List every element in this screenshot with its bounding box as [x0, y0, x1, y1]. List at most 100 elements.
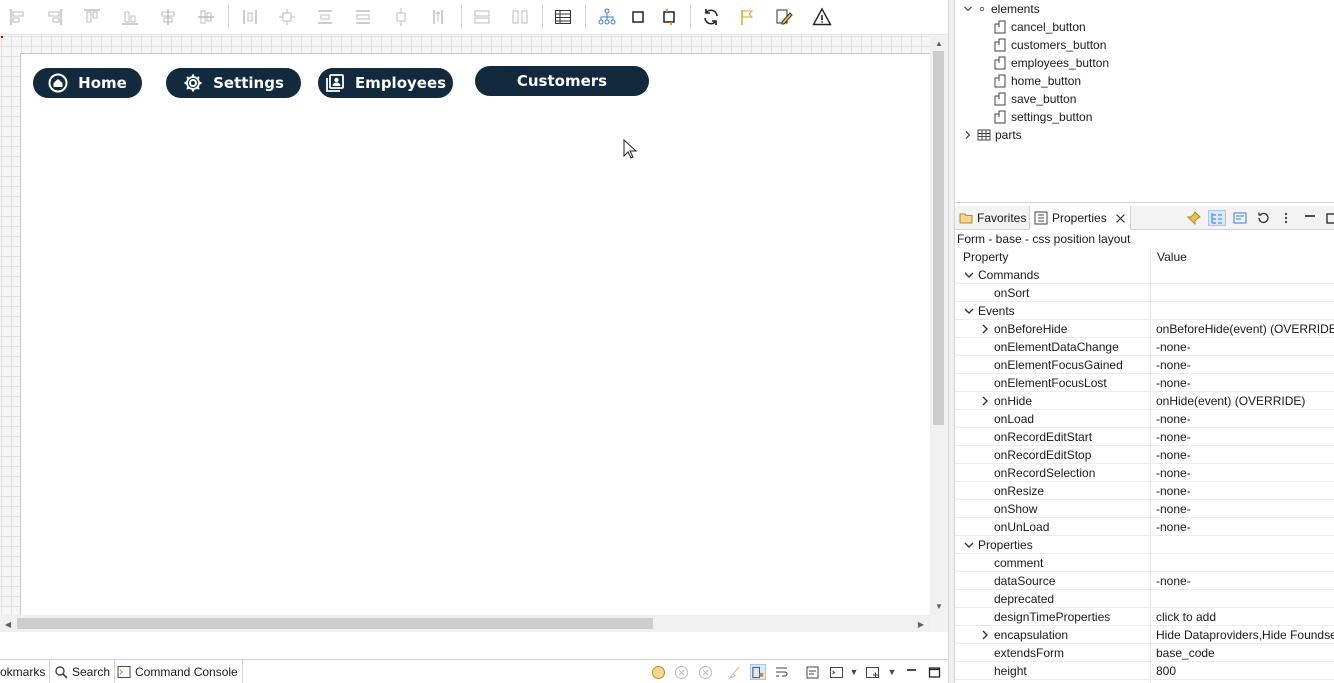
tree-item-customers-button[interactable]: customers_button: [993, 36, 1106, 54]
flag-icon[interactable]: [735, 5, 759, 29]
home-button[interactable]: Home: [33, 68, 142, 98]
property-value[interactable]: 800: [1156, 662, 1176, 680]
chevron-down-icon[interactable]: ▼: [846, 664, 862, 680]
hierarchy-icon[interactable]: [595, 5, 619, 29]
tree-item-home-button[interactable]: home_button: [993, 72, 1081, 90]
pin-console-icon[interactable]: [804, 664, 820, 680]
property-value[interactable]: click to add: [1156, 608, 1216, 626]
property-row[interactable]: onShow -none-: [955, 500, 1334, 518]
property-value[interactable]: -none-: [1156, 356, 1191, 374]
align-top-icon[interactable]: [80, 5, 104, 29]
minimize-icon[interactable]: [1301, 210, 1319, 226]
property-value[interactable]: onBeforeHide(event) (OVERRIDE): [1156, 320, 1334, 338]
warning-icon[interactable]: [810, 5, 834, 29]
property-value[interactable]: -none-: [1156, 410, 1191, 428]
tree-item-settings-button[interactable]: settings_button: [993, 108, 1092, 126]
categories-icon[interactable]: [1208, 210, 1226, 226]
property-category[interactable]: Properties: [955, 536, 1334, 554]
horizontal-scrollbar[interactable]: ◀ ▶: [0, 615, 930, 632]
column-header-property[interactable]: Property: [963, 248, 1008, 266]
tab-bookmarks[interactable]: okmarks: [0, 660, 51, 683]
word-wrap-icon[interactable]: [773, 664, 789, 680]
maximize-icon[interactable]: [926, 664, 942, 680]
tree-item-save-button[interactable]: save_button: [993, 90, 1076, 108]
property-value[interactable]: -none-: [1156, 572, 1191, 590]
tree-node-parts[interactable]: parts: [963, 126, 1022, 144]
property-row[interactable]: onRecordEditStop -none-: [955, 446, 1334, 464]
property-value[interactable]: -none-: [1156, 338, 1191, 356]
chevron-down-icon[interactable]: [964, 270, 974, 280]
close-icon[interactable]: [1115, 213, 1126, 224]
scroll-down-icon[interactable]: ▼: [933, 600, 945, 612]
group-icon[interactable]: [470, 5, 494, 29]
distribute-vertical-icon[interactable]: [313, 5, 337, 29]
cancel-circle-icon[interactable]: [673, 664, 689, 680]
tree-node-elements[interactable]: elements: [963, 0, 1040, 18]
align-middle-icon[interactable]: [194, 5, 218, 29]
column-header-value[interactable]: Value: [1157, 248, 1187, 266]
align-right-icon[interactable]: [42, 5, 66, 29]
maximize-icon[interactable]: [1323, 210, 1334, 226]
clear-broom-icon[interactable]: [726, 664, 742, 680]
design-grid[interactable]: Home Settings Employees Customers: [0, 35, 931, 615]
property-row[interactable]: onRecordEditStart -none-: [955, 428, 1334, 446]
scroll-up-icon[interactable]: ▲: [933, 37, 945, 49]
property-row[interactable]: onSort: [955, 284, 1334, 302]
property-row[interactable]: onHide onHide(event) (OVERRIDE): [955, 392, 1334, 410]
property-value[interactable]: -none-: [1156, 500, 1191, 518]
same-height-icon[interactable]: [426, 5, 450, 29]
form-canvas[interactable]: Home Settings Employees Customers: [20, 53, 931, 615]
property-row[interactable]: dataSource -none-: [955, 572, 1334, 590]
property-row[interactable]: onElementDataChange -none-: [955, 338, 1334, 356]
property-row[interactable]: encapsulation Hide Dataproviders,Hide Fou…: [955, 626, 1334, 644]
scroll-left-icon[interactable]: ◀: [2, 618, 14, 630]
property-value[interactable]: -none-: [1156, 374, 1191, 392]
chevron-down-icon[interactable]: [964, 540, 974, 550]
employees-button[interactable]: Employees: [318, 68, 453, 98]
property-row[interactable]: height 800: [955, 662, 1334, 680]
vertical-scroll-thumb[interactable]: [933, 51, 944, 425]
refresh-icon[interactable]: [699, 5, 723, 29]
spacing-icon[interactable]: [389, 5, 413, 29]
table-icon[interactable]: [551, 5, 575, 29]
vertical-scrollbar[interactable]: ▲ ▼: [930, 35, 947, 615]
chevron-right-icon[interactable]: [980, 396, 990, 406]
chevron-right-icon[interactable]: [980, 630, 990, 640]
display-console-icon[interactable]: [828, 664, 844, 680]
chevron-down-icon[interactable]: [963, 4, 973, 14]
tree-item-cancel-button[interactable]: cancel_button: [993, 18, 1086, 36]
align-left-icon[interactable]: [6, 5, 30, 29]
property-value[interactable]: -none-: [1156, 446, 1191, 464]
status-circle-icon[interactable]: [650, 664, 666, 680]
anchor-icon[interactable]: [657, 5, 681, 29]
property-row[interactable]: onUnLoad -none-: [955, 518, 1334, 536]
chevron-down-icon[interactable]: [964, 306, 974, 316]
align-center-icon[interactable]: [156, 5, 180, 29]
filter-advanced-icon[interactable]: [1231, 210, 1249, 226]
chevron-down-icon[interactable]: ▼: [884, 664, 900, 680]
property-row[interactable]: designTimeProperties click to add: [955, 608, 1334, 626]
distribute-center-icon[interactable]: [275, 5, 299, 29]
property-row[interactable]: onElementFocusGained -none-: [955, 356, 1334, 374]
chevron-right-icon[interactable]: [980, 324, 990, 334]
property-row[interactable]: onRecordSelection -none-: [955, 464, 1334, 482]
edit-pencil-icon[interactable]: [772, 5, 796, 29]
property-category[interactable]: Commands: [955, 266, 1334, 284]
property-row[interactable]: comment: [955, 554, 1334, 572]
property-value[interactable]: base_code: [1156, 644, 1215, 662]
property-row[interactable]: onLoad -none-: [955, 410, 1334, 428]
property-value[interactable]: onHide(event) (OVERRIDE): [1156, 392, 1305, 410]
property-row[interactable]: extendsForm base_code: [955, 644, 1334, 662]
distribute-horizontal-icon[interactable]: [238, 5, 262, 29]
bounds-icon[interactable]: [626, 5, 650, 29]
customers-button[interactable]: Customers: [475, 66, 649, 96]
property-category[interactable]: Events: [955, 302, 1334, 320]
new-console-icon[interactable]: [864, 664, 880, 680]
horizontal-scroll-thumb[interactable]: [17, 618, 653, 629]
property-value[interactable]: -none-: [1156, 428, 1191, 446]
property-value[interactable]: -none-: [1156, 482, 1191, 500]
chevron-right-icon[interactable]: [963, 130, 973, 140]
minimize-icon[interactable]: [903, 664, 919, 680]
property-row[interactable]: onElementFocusLost -none-: [955, 374, 1334, 392]
property-row[interactable]: onBeforeHide onBeforeHide(event) (OVERRID…: [955, 320, 1334, 338]
